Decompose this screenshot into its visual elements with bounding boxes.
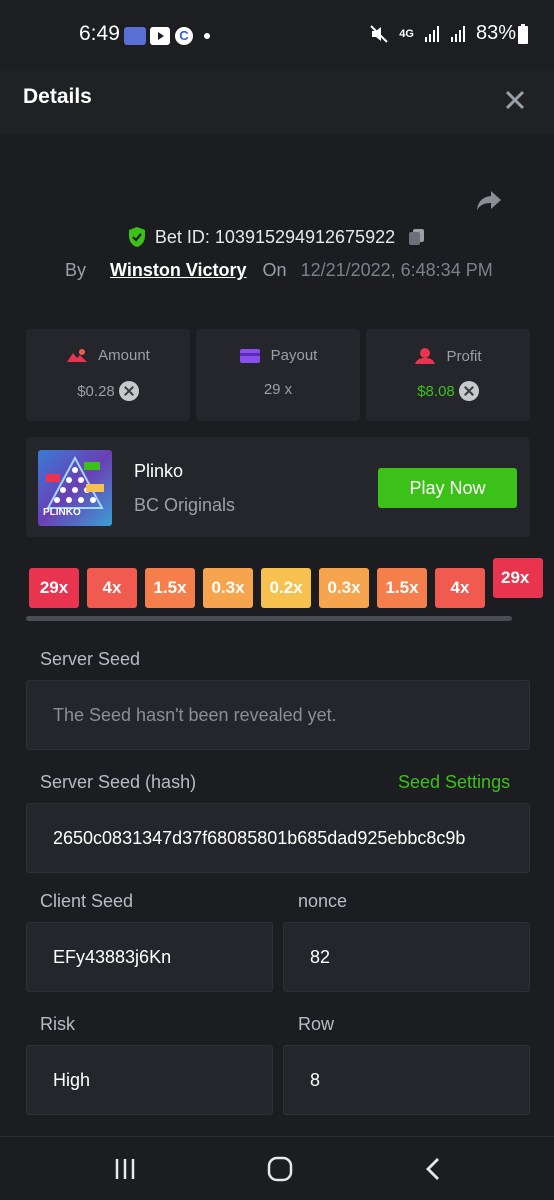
signal-icon: [424, 25, 439, 42]
risk-label: Risk: [40, 1014, 75, 1034]
client-seed-field[interactable]: EFy43883j6Kn: [26, 922, 273, 992]
coin-icon: [458, 381, 479, 401]
amount-icon: [67, 348, 88, 362]
row-field[interactable]: 8: [283, 1045, 530, 1115]
status-time: 6:49: [79, 22, 120, 45]
multiplier-slot: 0.2x: [261, 568, 311, 608]
bet-datetime: 12/21/2022, 6:48:34 PM: [300, 260, 493, 280]
row-label: Row: [298, 1014, 335, 1034]
copy-icon[interactable]: [407, 227, 427, 247]
by-label: By: [65, 260, 87, 280]
risk-field[interactable]: High: [26, 1045, 273, 1115]
nonce-field[interactable]: 82: [283, 922, 530, 992]
close-icon[interactable]: [502, 87, 528, 113]
recent-apps-icon[interactable]: [111, 1155, 139, 1183]
youtube-icon: [150, 27, 170, 45]
game-provider: BC Originals: [134, 495, 236, 515]
multiplier-row: 29x 4x 1.5x 0.3x 0.2x 0.3x 1.5x 4x 29x: [0, 558, 554, 614]
server-seed-label: Server Seed: [40, 649, 141, 669]
bet-author-row: By Winston Victory On 12/21/2022, 6:48:3…: [65, 260, 493, 281]
multiplier-slot: 29x: [29, 568, 79, 608]
multiplier-slot: 0.3x: [203, 568, 253, 608]
stat-amount: Amount $0.28: [26, 329, 190, 421]
back-icon[interactable]: [420, 1155, 448, 1183]
details-content: Bet ID: 103915294912675922 By Winston Vi…: [0, 134, 554, 1136]
seed-settings-link[interactable]: Seed Settings: [398, 772, 510, 793]
mute-icon: [370, 24, 388, 43]
share-icon[interactable]: [474, 186, 504, 216]
thumb-logo-text: PLINKO: [43, 507, 81, 518]
server-hash-label: Server Seed (hash): [40, 772, 197, 792]
signal-icon-2: [450, 25, 465, 42]
status-bar: 6:49 C 4G 83%: [0, 0, 554, 70]
plinko-thumbnail[interactable]: PLINKO: [38, 450, 112, 526]
stat-label: Payout: [270, 347, 318, 364]
on-label: On: [262, 260, 287, 280]
multiplier-slot: 1.5x: [377, 568, 427, 608]
app-c-icon: C: [175, 27, 193, 45]
user-link[interactable]: Winston Victory: [110, 260, 247, 281]
multiplier-scroll-track: [26, 616, 512, 621]
verified-shield-icon: [128, 227, 145, 247]
status-right: 4G 83%: [369, 22, 528, 45]
bet-id-row: Bet ID: 103915294912675922: [0, 226, 554, 253]
server-seed-field: The Seed hasn't been revealed yet.: [26, 680, 530, 750]
stat-payout: Payout 29 x: [196, 329, 360, 421]
network-type: 4G: [399, 27, 414, 40]
battery-icon: [518, 23, 528, 44]
payout-card-icon: [239, 348, 260, 363]
bet-id: Bet ID: 103915294912675922: [154, 226, 396, 247]
page-title: Details: [23, 85, 92, 108]
multiplier-slot: 4x: [435, 568, 485, 608]
stat-profit: Profit $8.08: [366, 329, 530, 421]
more-notifications-icon: [204, 33, 210, 39]
profit-icon: [415, 348, 436, 364]
stat-value: 29 x: [263, 381, 293, 398]
server-hash-field[interactable]: 2650c0831347d37f68085801b685dad925ebbc8c…: [26, 803, 530, 873]
game-title[interactable]: Plinko: [134, 461, 183, 482]
coin-icon: [118, 381, 139, 401]
multiplier-slot: 1.5x: [145, 568, 195, 608]
stat-value: $0.28: [77, 382, 115, 400]
nonce-label: nonce: [298, 891, 348, 911]
game-notification-icon: [124, 27, 146, 45]
stat-label: Amount: [98, 347, 150, 364]
battery-percent: 83%: [475, 22, 516, 44]
client-seed-label: Client Seed: [40, 891, 134, 911]
multiplier-slot: 4x: [87, 568, 137, 608]
system-nav-bar: [0, 1136, 554, 1200]
multiplier-slot: 0.3x: [319, 568, 369, 608]
game-card: PLINKO Plinko BC Originals Play Now: [26, 437, 530, 537]
home-icon[interactable]: [266, 1155, 294, 1183]
details-header: Details: [0, 70, 554, 134]
stat-value: $8.08: [417, 382, 455, 400]
play-now-button[interactable]: Play Now: [378, 468, 517, 508]
stat-label: Profit: [446, 347, 482, 365]
multiplier-slot-highlighted: 29x: [493, 558, 543, 598]
